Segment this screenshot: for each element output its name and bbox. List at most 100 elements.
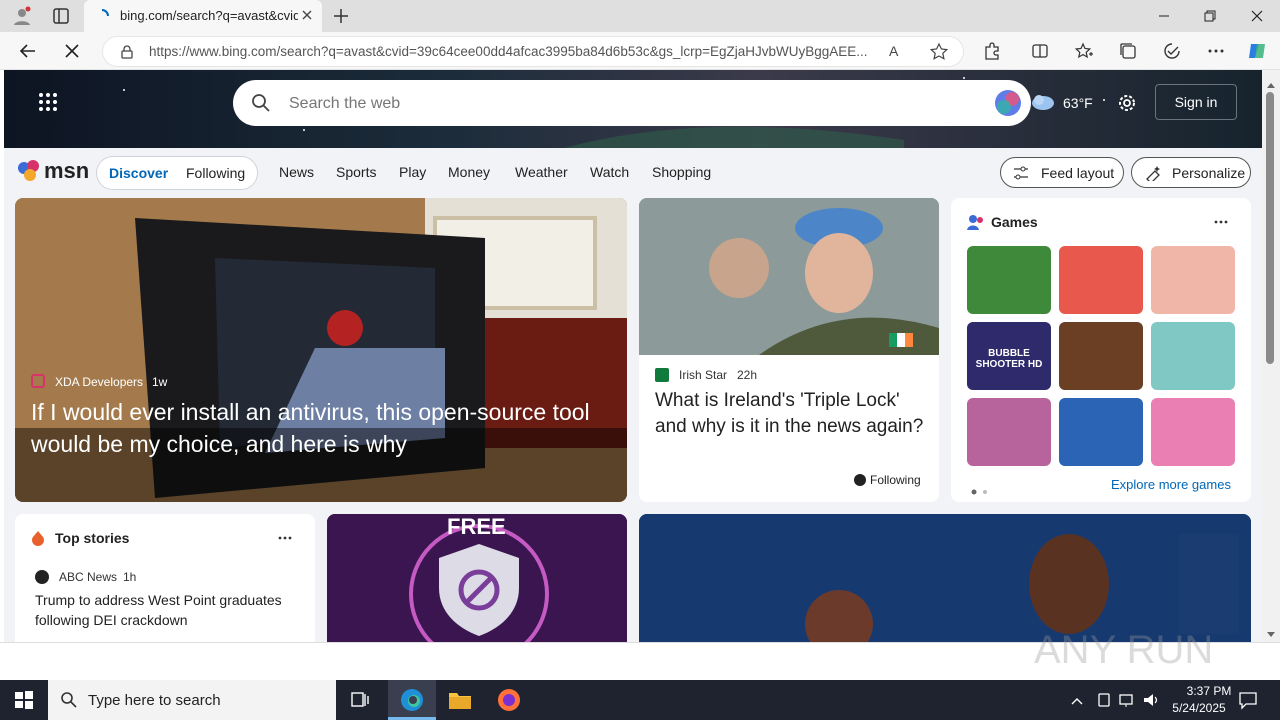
game-tile-bubble-shooter[interactable]: BUBBLE SHOOTER HD [967,322,1051,390]
nav-shopping[interactable]: Shopping [652,164,711,180]
second-story-headline[interactable]: What is Ireland's 'Triple Lock' and why … [655,388,927,440]
second-story-age: 22h [737,368,758,382]
back-icon[interactable] [18,41,38,61]
tab-actions-icon[interactable] [52,7,70,25]
clock-date[interactable]: 5/24/2025 [1160,701,1238,715]
discover-following-pill: Discover Following [96,156,258,190]
close-window-icon[interactable] [1249,8,1265,24]
firefox-icon[interactable] [497,688,521,712]
windows-taskbar: Type here to search 3:37 PM 5/24/2025 [0,680,1280,720]
soldier-photo [639,198,939,355]
new-tab-icon[interactable] [332,7,350,25]
taskbar-search-icon [60,691,78,709]
weather-temperature[interactable]: 63°F [1063,95,1093,111]
nav-watch[interactable]: Watch [590,164,629,180]
games-people-icon [967,214,985,230]
games-title: Games [991,214,1038,230]
start-windows-icon[interactable] [14,690,34,710]
games-card: Games BUBBLE SHOOTER HD Explore more gam… [951,198,1251,502]
file-explorer-icon[interactable] [448,689,472,711]
tab-active[interactable]: bing.com/search?q=avast&cvid= [84,0,322,32]
nav-play[interactable]: Play [399,164,426,180]
split-screen-icon[interactable] [1030,41,1050,61]
msn-logo[interactable]: msn [16,158,89,184]
weather-cloud-icon[interactable] [1030,92,1056,114]
device-icon[interactable] [1096,692,1112,708]
scroll-thumb[interactable] [1266,92,1274,364]
read-aloud-icon[interactable]: A [889,43,907,61]
game-tile[interactable] [1059,322,1143,390]
stop-loading-icon[interactable] [62,41,82,61]
following-check-icon [854,474,866,486]
scroll-down-icon[interactable] [1266,626,1276,637]
edge-taskbar-icon[interactable] [388,680,436,720]
game-tile[interactable] [1151,246,1235,314]
personalize-button[interactable]: Personalize [1131,157,1251,188]
game-tile[interactable] [967,246,1051,314]
games-more-icon[interactable] [1213,214,1229,230]
flame-icon [31,530,45,546]
settings-gear-icon[interactable] [1116,92,1138,114]
favorites-icon[interactable] [1074,41,1094,61]
top-story-age: 1h [123,570,137,584]
show-hidden-icons-icon[interactable] [1070,694,1084,706]
restore-icon[interactable] [1202,8,1218,24]
carousel-dots[interactable] [971,482,991,495]
vertical-scrollbar[interactable] [1262,70,1280,642]
tab-strip: bing.com/search?q=avast&cvid= [0,0,1280,32]
nav-sports[interactable]: Sports [336,164,376,180]
game-tile[interactable] [1059,246,1143,314]
copilot-search-icon[interactable] [993,88,1023,118]
game-tile[interactable] [1059,398,1143,466]
game-tile[interactable] [1151,322,1235,390]
irish-star-logo [655,368,669,382]
tab-discover[interactable]: Discover [109,165,168,181]
bottom-strip: ANY RUN [0,628,1280,680]
scroll-up-icon[interactable] [1266,76,1276,88]
top-stories-more-icon[interactable] [277,530,293,546]
main-story-headline[interactable]: If I would ever install an antivirus, th… [31,396,611,460]
nav-weather[interactable]: Weather [515,164,568,180]
taskbar-search-placeholder: Type here to search [88,692,221,709]
extensions-icon[interactable] [982,41,1002,61]
settings-more-icon[interactable] [1206,41,1226,61]
nav-news[interactable]: News [279,164,314,180]
explore-more-games-link[interactable]: Explore more games [1111,477,1231,492]
browser-essentials-icon[interactable] [1162,41,1182,61]
personalize-label: Personalize [1172,165,1246,181]
clock-time[interactable]: 3:37 PM [1170,684,1248,698]
sign-in-button[interactable]: Sign in [1155,84,1237,120]
feed-layout-button[interactable]: Feed layout [1000,157,1124,188]
second-story-card[interactable]: Irish Star 22h What is Ireland's 'Triple… [639,198,939,502]
tab-following[interactable]: Following [186,165,245,181]
second-story-source: Irish Star [679,368,728,382]
nav-money[interactable]: Money [448,164,490,180]
network-icon[interactable] [1118,692,1136,708]
game-tile[interactable] [967,398,1051,466]
game-tile[interactable] [1151,398,1235,466]
site-info-icon[interactable] [119,44,135,60]
watermark-logo: ANY RUN [1034,628,1213,672]
close-tab-icon[interactable] [300,8,314,22]
search-input[interactable]: Search the web [233,80,1031,126]
taskbar-search-input[interactable]: Type here to search [48,680,336,720]
collections-icon[interactable] [1118,41,1138,61]
promo-card[interactable]: FREE [327,514,627,642]
profile-icon[interactable] [12,6,32,26]
hero-banner: Search the web 63°F Sign in [4,70,1262,148]
main-story-source: XDA Developers [55,375,144,389]
task-view-icon[interactable] [350,690,370,710]
main-story-age: 1w [152,375,168,389]
main-story-card[interactable]: XDA Developers 1w If I would ever instal… [15,198,627,502]
top-story-headline[interactable]: Trump to address West Point graduates fo… [35,590,303,630]
apps-launcher-icon[interactable] [38,92,58,112]
copilot-icon[interactable] [1246,40,1268,62]
msn-nav-bar: msn Discover Following News Sports Play … [4,148,1262,196]
minimize-icon[interactable] [1156,8,1172,24]
favorite-star-icon[interactable] [929,42,949,62]
address-bar[interactable]: https://www.bing.com/search?q=avast&cvid… [102,36,964,67]
toolbar: https://www.bing.com/search?q=avast&cvid… [0,32,1280,70]
volume-icon[interactable] [1142,692,1160,708]
following-badge[interactable]: Following [870,473,921,487]
notifications-icon[interactable] [1238,690,1258,710]
